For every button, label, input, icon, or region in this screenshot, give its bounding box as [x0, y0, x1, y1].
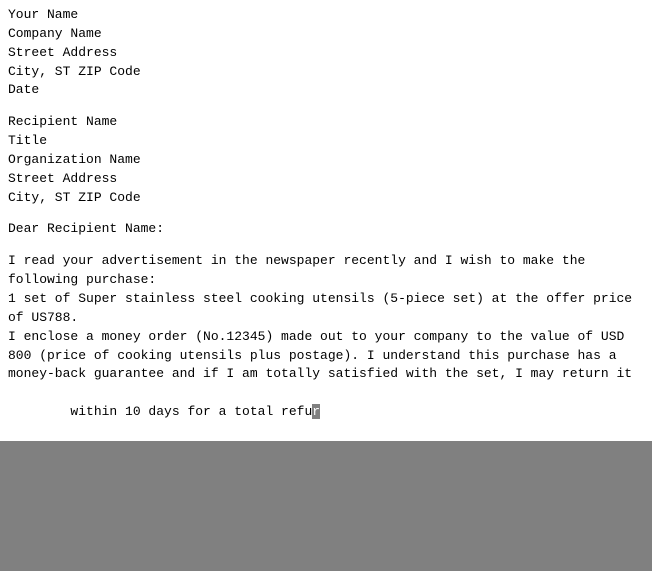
body-line1: I read your advertisement in the newspap… — [8, 252, 644, 271]
sender-city: City, ST ZIP Code — [8, 63, 644, 82]
body-line8: within 10 days for a total refur — [8, 384, 644, 441]
body-line4: of US788. — [8, 309, 644, 328]
body-line8-selected: r — [312, 404, 320, 419]
body-line7: money-back guarantee and if I am totally… — [8, 365, 644, 384]
sender-name: Your Name — [8, 6, 644, 25]
recipient-city: City, ST ZIP Code — [8, 189, 644, 208]
recipient-title: Title — [8, 132, 644, 151]
sender-company: Company Name — [8, 25, 644, 44]
body-line5: I enclose a money order (No.12345) made … — [8, 328, 644, 347]
body-line6: 800 (price of cooking utensils plus post… — [8, 347, 644, 366]
body-line2: following purchase: — [8, 271, 644, 290]
sender-date: Date — [8, 81, 644, 100]
letter-area: Your Name Company Name Street Address Ci… — [0, 0, 652, 441]
recipient-org: Organization Name — [8, 151, 644, 170]
body-line8-normal: within 10 days for a total refu — [70, 404, 312, 419]
recipient-street: Street Address — [8, 170, 644, 189]
body-paragraph: I read your advertisement in the newspap… — [8, 252, 644, 440]
recipient-name: Recipient Name — [8, 113, 644, 132]
sender-street: Street Address — [8, 44, 644, 63]
body-line3: 1 set of Super stainless steel cooking u… — [8, 290, 644, 309]
page-container: Your Name Company Name Street Address Ci… — [0, 0, 652, 536]
gray-block — [0, 441, 652, 571]
salutation: Dear Recipient Name: — [8, 220, 644, 239]
